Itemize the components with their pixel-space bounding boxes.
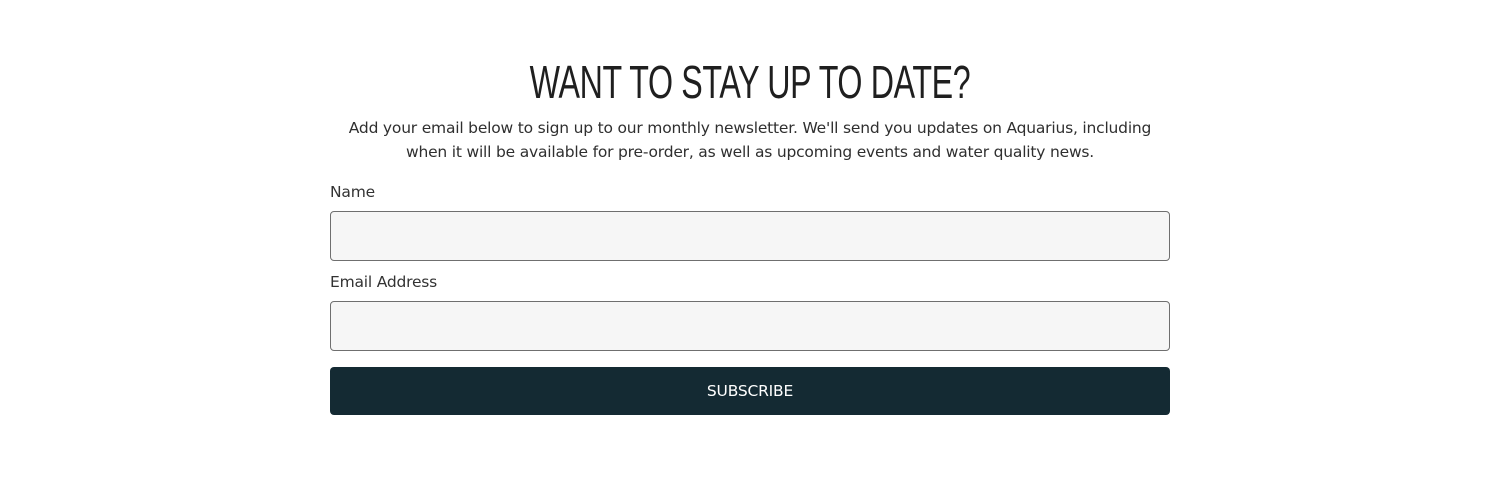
newsletter-title: WANT TO STAY UP TO DATE? (529, 56, 971, 108)
name-label: Name (330, 183, 375, 201)
newsletter-intro: Add your email below to sign up to our m… (348, 119, 1152, 161)
email-label: Email Address (330, 273, 438, 291)
email-input[interactable] (330, 301, 1170, 351)
name-input[interactable] (330, 211, 1170, 261)
subscribe-button[interactable]: SUBSCRIBE (330, 367, 1170, 415)
